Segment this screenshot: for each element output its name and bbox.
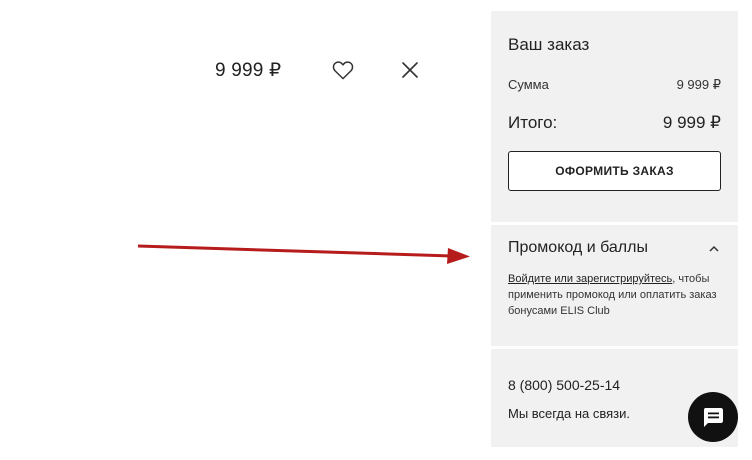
chat-icon	[704, 408, 723, 427]
item-price: 9 999 ₽	[215, 60, 282, 81]
checkout-button[interactable]: ОФОРМИТЬ ЗАКАЗ	[508, 151, 721, 191]
login-register-link[interactable]: Войдите или зарегистрируйтесь	[508, 273, 672, 285]
close-icon	[402, 62, 418, 78]
chat-button[interactable]	[688, 392, 738, 442]
heart-icon	[332, 61, 354, 80]
promo-toggle[interactable]: Промокод и баллы	[508, 239, 721, 257]
total-value: 9 999 ₽	[662, 113, 721, 132]
sum-value: 9 999 ₽	[676, 77, 721, 92]
order-title: Ваш заказ	[508, 35, 590, 54]
cart-page: 9 999 ₽ Ваш заказ Сумма 9 999 ₽ Итого: 9…	[0, 0, 752, 460]
total-row: Итого: 9 999 ₽	[508, 113, 721, 133]
favorite-button[interactable]	[331, 58, 355, 82]
chevron-up-icon	[709, 245, 719, 252]
promo-description: Войдите или зарегистрируйтесь, чтобы при…	[508, 271, 721, 319]
annotation-arrow	[137, 244, 470, 264]
total-label: Итого:	[508, 113, 558, 132]
order-summary: Ваш заказ Сумма 9 999 ₽ Итого: 9 999 ₽ О…	[491, 11, 738, 222]
promo-title: Промокод и баллы	[508, 239, 648, 256]
phone-number[interactable]: 8 (800) 500-25-14	[508, 377, 721, 393]
order-sidebar: Ваш заказ Сумма 9 999 ₽ Итого: 9 999 ₽ О…	[491, 11, 738, 450]
remove-item-button[interactable]	[398, 58, 422, 82]
sum-row: Сумма 9 999 ₽	[508, 77, 721, 93]
promo-section: Промокод и баллы Войдите или зарегистрир…	[491, 225, 738, 346]
sum-label: Сумма	[508, 77, 549, 92]
